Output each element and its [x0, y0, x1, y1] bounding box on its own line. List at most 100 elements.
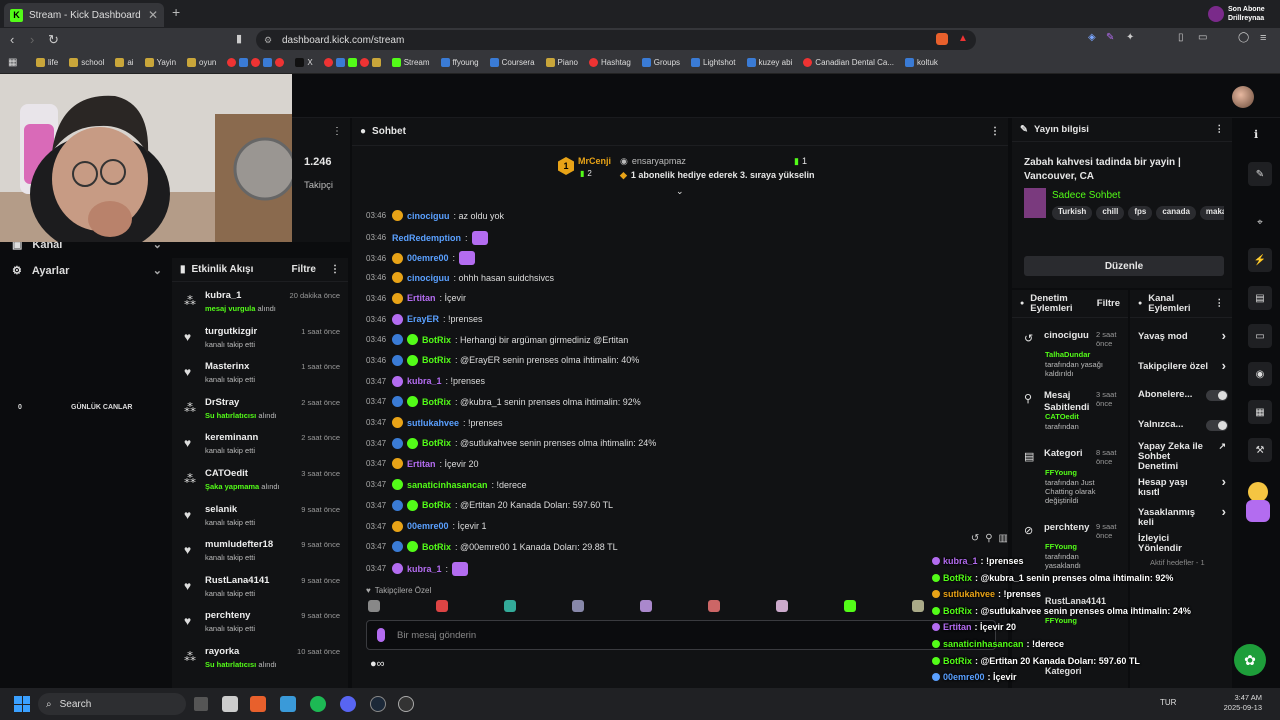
- floating-action-icon[interactable]: ✿: [1234, 644, 1266, 676]
- mod-action-moderator[interactable]: FFYoung: [1045, 542, 1077, 551]
- bolt-icon[interactable]: ⚡: [1248, 248, 1272, 272]
- chat-username[interactable]: BotRix: [422, 542, 451, 552]
- feed-item[interactable]: ♥ turgutkizgir kanalı takip etti 1 saat önc…: [172, 322, 348, 358]
- mod-filter-button[interactable]: Filtre: [1097, 298, 1120, 309]
- bookmark-hashtag[interactable]: Hashtag: [589, 58, 631, 67]
- feed-item[interactable]: ⁂ kubra_1 mesaj vurgula alındı 20 dakika ön…: [172, 286, 348, 322]
- bookmark-kuzey-abi[interactable]: kuzey abi: [746, 58, 792, 67]
- feed-item-user[interactable]: turgutkizgir: [205, 326, 257, 337]
- bookmark-piano[interactable]: Piano: [545, 58, 578, 67]
- feed-filter-button[interactable]: Filtre: [292, 264, 316, 275]
- wallet-icon[interactable]: ▭: [1198, 32, 1207, 43]
- emote-picker-icon[interactable]: ●∞: [370, 658, 385, 670]
- explorer-taskbar-icon[interactable]: [280, 696, 296, 712]
- spotify-taskbar-icon[interactable]: [310, 696, 326, 712]
- chat-message[interactable]: 03:46 BotRix: Herhangi bir argüman girmed…: [366, 334, 628, 346]
- channel-action-item[interactable]: Hesap yaşı kısıtl ›: [1138, 475, 1228, 498]
- channel-action-item[interactable]: İzleyici Yönlendir: [1138, 534, 1228, 554]
- bookmark-x[interactable]: X: [295, 58, 313, 67]
- more-options-icon[interactable]: ⋮: [990, 126, 1000, 137]
- edit-stream-button[interactable]: Düzenle: [1024, 256, 1224, 276]
- windows-start-icon[interactable]: [14, 696, 30, 712]
- chat-username[interactable]: BotRix: [422, 355, 451, 365]
- bookmark-oyun[interactable]: oyun: [187, 58, 216, 67]
- feed-item-user[interactable]: mumludefter18: [205, 539, 273, 550]
- obs-taskbar-icon[interactable]: [398, 696, 414, 712]
- category-name[interactable]: Sadece Sohbet: [1052, 190, 1120, 201]
- stream-tag[interactable]: fps: [1128, 206, 1153, 220]
- app-icon-1[interactable]: [222, 696, 238, 712]
- undo-icon[interactable]: ↺: [971, 533, 979, 544]
- avatar[interactable]: [1232, 86, 1254, 108]
- stream-tag[interactable]: canada: [1156, 206, 1196, 220]
- chat-username[interactable]: RedRedemption: [392, 233, 461, 243]
- microphone-icon[interactable]: [377, 628, 385, 642]
- feed-item[interactable]: ⁂ CATOedit Şaka yapmama alındı 3 saat önce: [172, 464, 348, 500]
- new-tab-icon[interactable]: +: [172, 4, 180, 20]
- bookmark-lightshot[interactable]: Lightshot: [691, 58, 736, 67]
- emote-icon[interactable]: [368, 600, 380, 612]
- sidebar-item-ayarlar[interactable]: ⚙ Ayarlar ⌄: [12, 264, 162, 278]
- info-icon[interactable]: ℹ: [1254, 128, 1258, 141]
- bookmark-ai[interactable]: ai: [115, 58, 134, 67]
- sidebar-icon[interactable]: ▯: [1178, 32, 1184, 43]
- bookmark-icon[interactable]: ▮: [236, 32, 242, 45]
- channel-action-item[interactable]: Yalnızca...: [1138, 420, 1228, 431]
- feed-item[interactable]: ⁂ DrStray Su hatırlatıcısı alındı 2 saat ön…: [172, 393, 348, 429]
- puzzle-icon[interactable]: ✦: [1126, 32, 1134, 43]
- chat-message[interactable]: 03:46 RedRedemption:: [366, 230, 488, 245]
- forward-icon[interactable]: ›: [30, 32, 34, 47]
- chat-message[interactable]: 03:47 kubra_1: !prenses: [366, 375, 485, 387]
- emote-icon[interactable]: [912, 600, 924, 612]
- bookmark-canadian-dental[interactable]: Canadian Dental Ca...: [803, 58, 894, 67]
- reload-icon[interactable]: ↻: [48, 32, 59, 48]
- feed-item[interactable]: ♥ RustLana4141 kanalı takip etti 9 saat önc…: [172, 571, 348, 607]
- pin-icon[interactable]: ⚲: [985, 533, 992, 544]
- chat-message[interactable]: 03:47 BotRix: @kubra_1 senin prenses olma…: [366, 396, 641, 408]
- url-field[interactable]: ⚙ dashboard.kick.com/stream: [256, 30, 976, 50]
- feed-item[interactable]: ♥ selanik kanalı takip etti 9 saat önce: [172, 500, 348, 536]
- menu-icon[interactable]: ≡: [1260, 32, 1266, 44]
- feed-item-user[interactable]: rayorka: [205, 646, 239, 657]
- chat-message[interactable]: 03:46 cinociguu: az oldu yok: [366, 210, 504, 221]
- channel-action-item[interactable]: Yapay Zeka ile Sohbet Denetimi ↗: [1138, 441, 1228, 472]
- chat-message[interactable]: 03:47 00emre00: İçevir 1: [366, 520, 487, 532]
- toggle-switch[interactable]: [1206, 390, 1228, 401]
- brave-taskbar-icon[interactable]: [250, 696, 266, 712]
- stream-tag[interactable]: chill: [1096, 206, 1125, 220]
- back-icon[interactable]: ‹: [10, 32, 14, 47]
- pen-extension-icon[interactable]: ✎: [1106, 32, 1114, 43]
- close-tab-icon[interactable]: ✕: [148, 8, 158, 22]
- feed-item-user[interactable]: perchteny: [205, 610, 250, 621]
- chat-username[interactable]: BotRix: [422, 335, 451, 345]
- site-info-icon[interactable]: ⚙: [264, 35, 272, 46]
- bookmark-ffyoung[interactable]: ffyoung: [440, 58, 479, 67]
- feed-item[interactable]: ♥ kereminann kanalı takip etti 2 saat önce: [172, 428, 348, 464]
- chat-username[interactable]: Ertitan: [407, 459, 436, 469]
- expand-icon[interactable]: ⌄: [676, 186, 684, 197]
- chat-username[interactable]: sutlukahvee: [407, 418, 459, 428]
- mod-action-moderator[interactable]: CATOedit: [1045, 412, 1079, 421]
- chat-message[interactable]: 03:46 BotRix: @ErayER senin prenses olma …: [366, 354, 639, 366]
- chat-username[interactable]: 00emre00: [407, 521, 449, 531]
- chat-message[interactable]: 03:47 kubra_1:: [366, 561, 469, 576]
- tools-icon[interactable]: ⚒: [1248, 438, 1272, 462]
- chat-message[interactable]: 03:47 BotRix: @Ertitan 20 Kanada Doları: …: [366, 499, 613, 511]
- apps-grid-icon[interactable]: ▦: [8, 57, 17, 68]
- feed-item-user[interactable]: kubra_1: [205, 290, 241, 301]
- feed-item-user[interactable]: selanik: [205, 504, 237, 515]
- chat-username[interactable]: BotRix: [422, 500, 451, 510]
- vpn-icon[interactable]: ◯: [1238, 32, 1249, 43]
- chat-input[interactable]: Bir mesaj gönderin: [366, 620, 996, 650]
- chat-message[interactable]: 03:46 00emre00:: [366, 251, 476, 266]
- chat-message[interactable]: 03:47 BotRix: @sutlukahvee senin prenses …: [366, 437, 656, 449]
- feed-item-user[interactable]: CATOedit: [205, 468, 248, 479]
- taskbar-search[interactable]: ⌕ Search: [38, 693, 186, 715]
- feed-item[interactable]: ♥ Masterinx kanalı takip etti 1 saat önce: [172, 357, 348, 393]
- feed-item[interactable]: ♥ mumludefter18 kanalı takip etti 9 saat ön…: [172, 535, 348, 571]
- feed-item-user[interactable]: Masterinx: [205, 361, 249, 372]
- bookmark-stream[interactable]: Stream: [391, 58, 430, 67]
- emote-icon[interactable]: [640, 600, 652, 612]
- emote-icon[interactable]: [436, 600, 448, 612]
- emote-icon[interactable]: [844, 600, 856, 612]
